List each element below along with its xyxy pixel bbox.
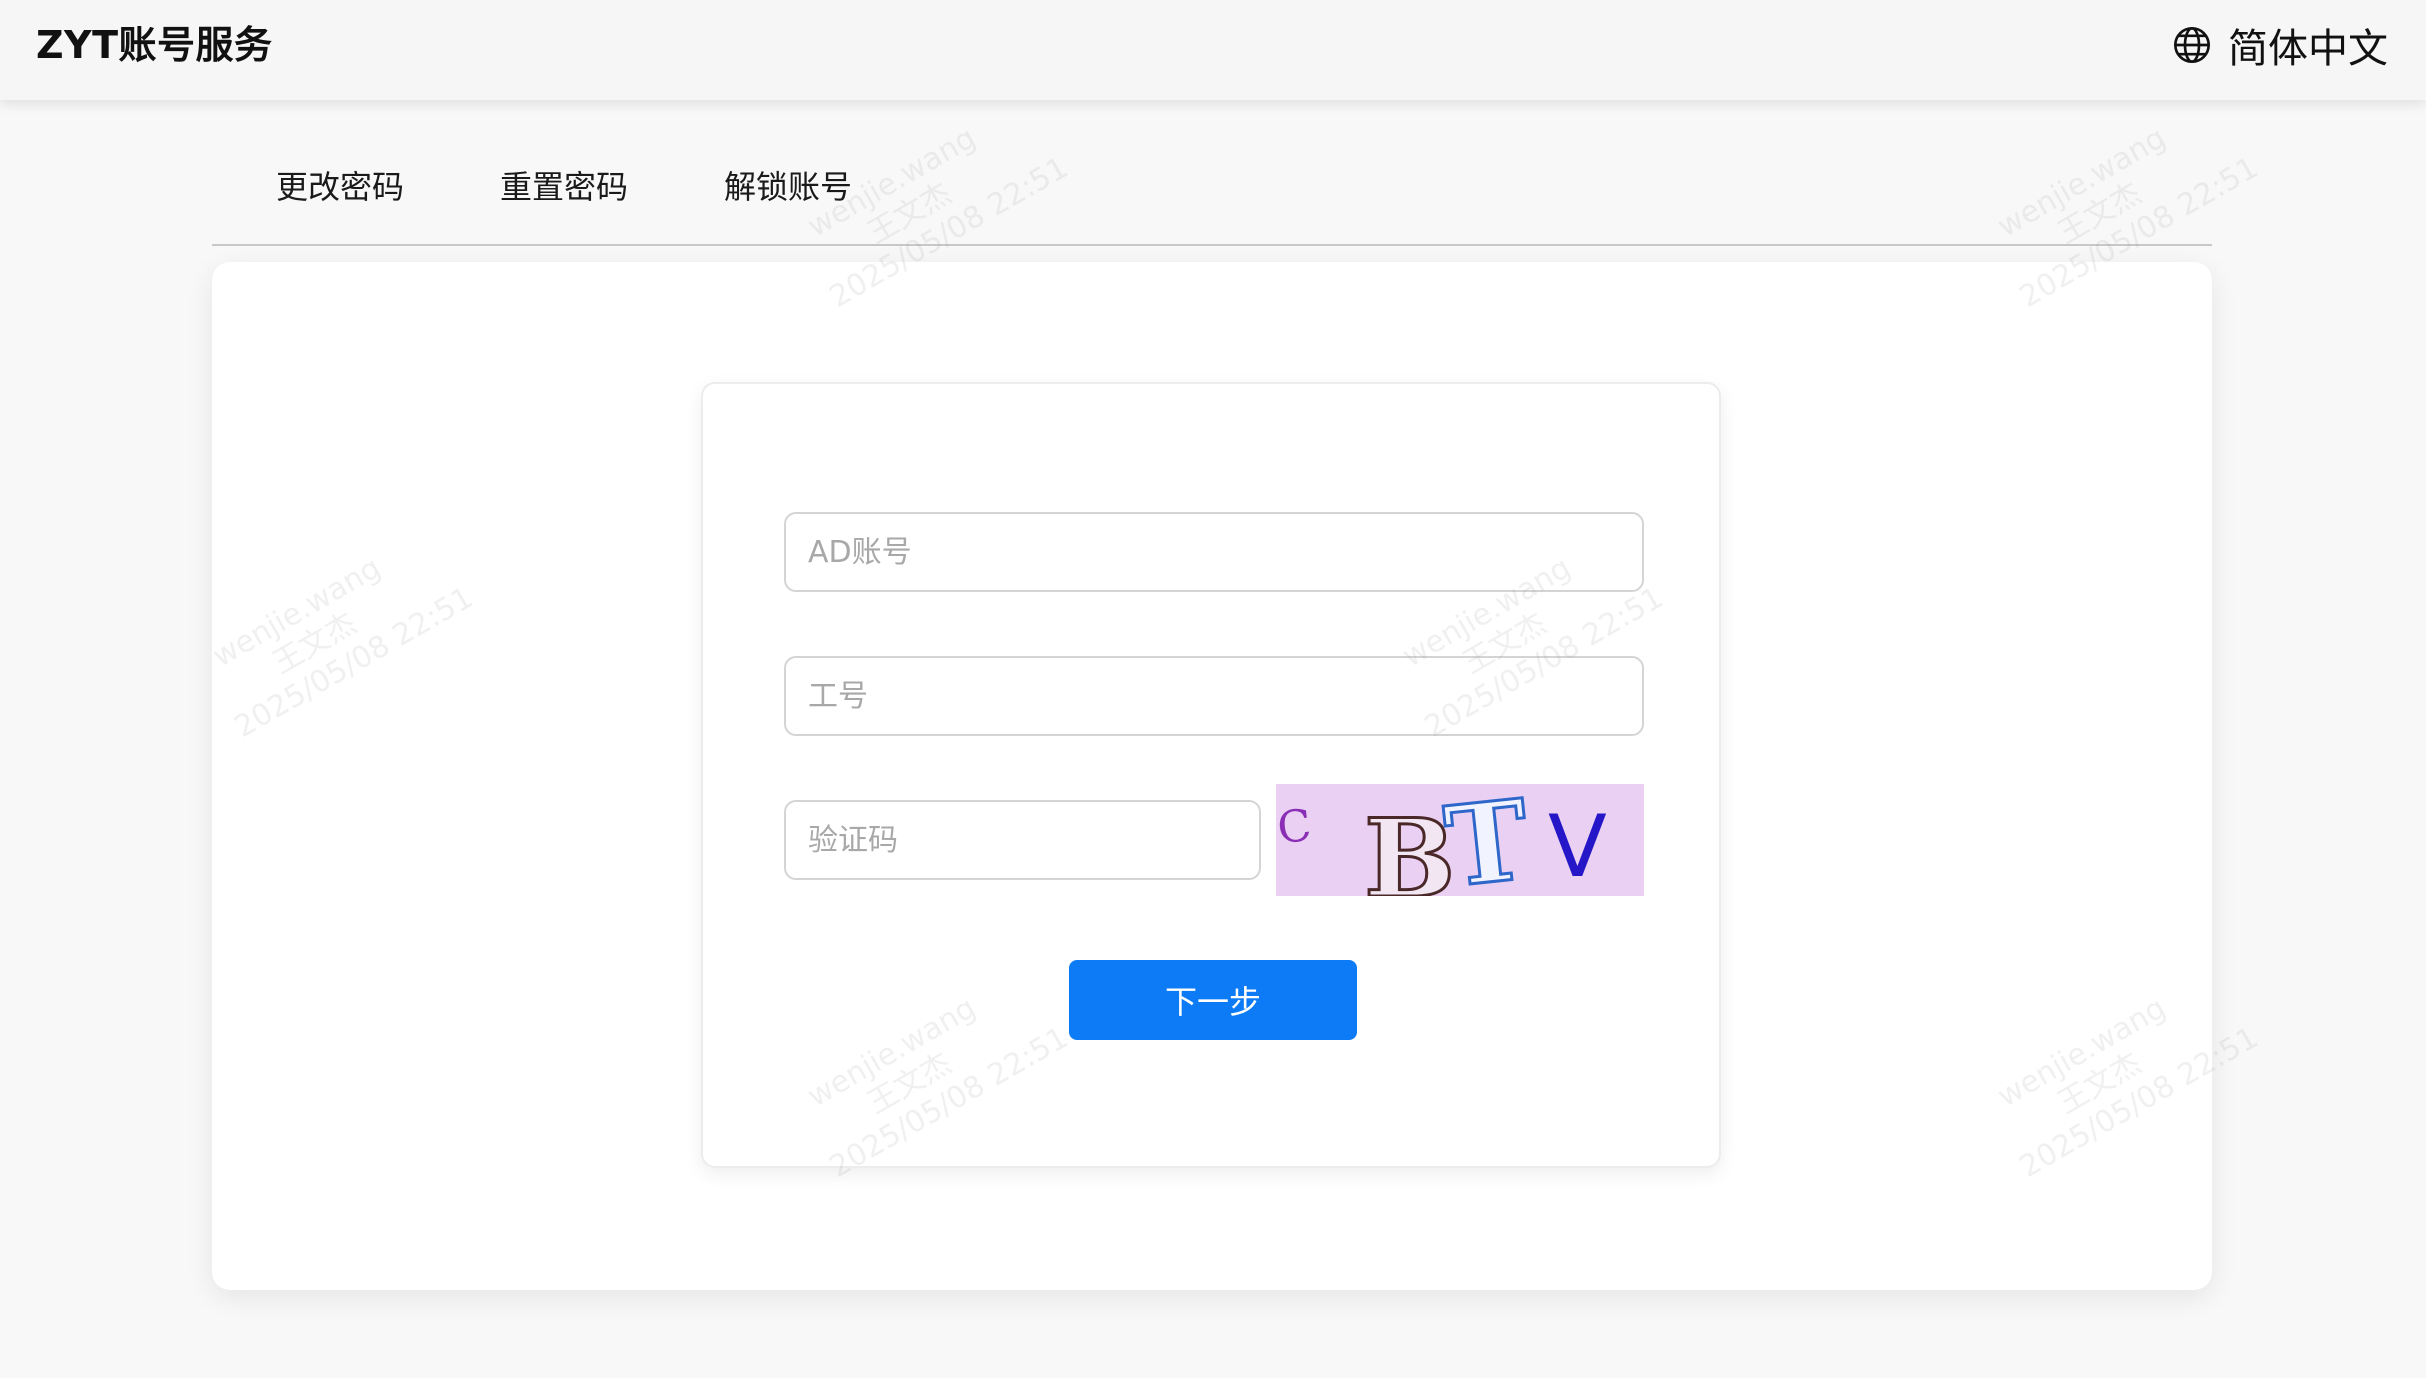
tab-change-password[interactable]: 更改密码 (276, 162, 404, 208)
next-step-button[interactable]: 下一步 (1069, 960, 1357, 1040)
service-tabs: 更改密码 重置密码 解锁账号 (212, 132, 2212, 246)
language-label: 简体中文 (2228, 26, 2388, 72)
captcha-glyphs: C B T V (1276, 784, 1644, 896)
tab-reset-password[interactable]: 重置密码 (500, 162, 628, 208)
captcha-input[interactable] (784, 800, 1261, 880)
app-title: ZYT账号服务 (36, 23, 273, 67)
captcha-image[interactable]: C B T V (1276, 784, 1644, 896)
ad-account-input[interactable] (784, 512, 1644, 592)
svg-text:V: V (1548, 797, 1607, 896)
globe-icon (2174, 27, 2210, 63)
tab-unlock-account[interactable]: 解锁账号 (724, 162, 852, 208)
top-header: ZYT账号服务 简体中文 (0, 0, 2426, 100)
language-switcher[interactable]: 简体中文 (2172, 0, 2388, 90)
svg-text:C: C (1276, 800, 1314, 854)
employee-number-input[interactable] (784, 656, 1644, 736)
main-panel: C B T V 下一步 (212, 262, 2212, 1290)
svg-text:T: T (1439, 784, 1534, 896)
unlock-form-card: C B T V 下一步 (701, 382, 1721, 1168)
